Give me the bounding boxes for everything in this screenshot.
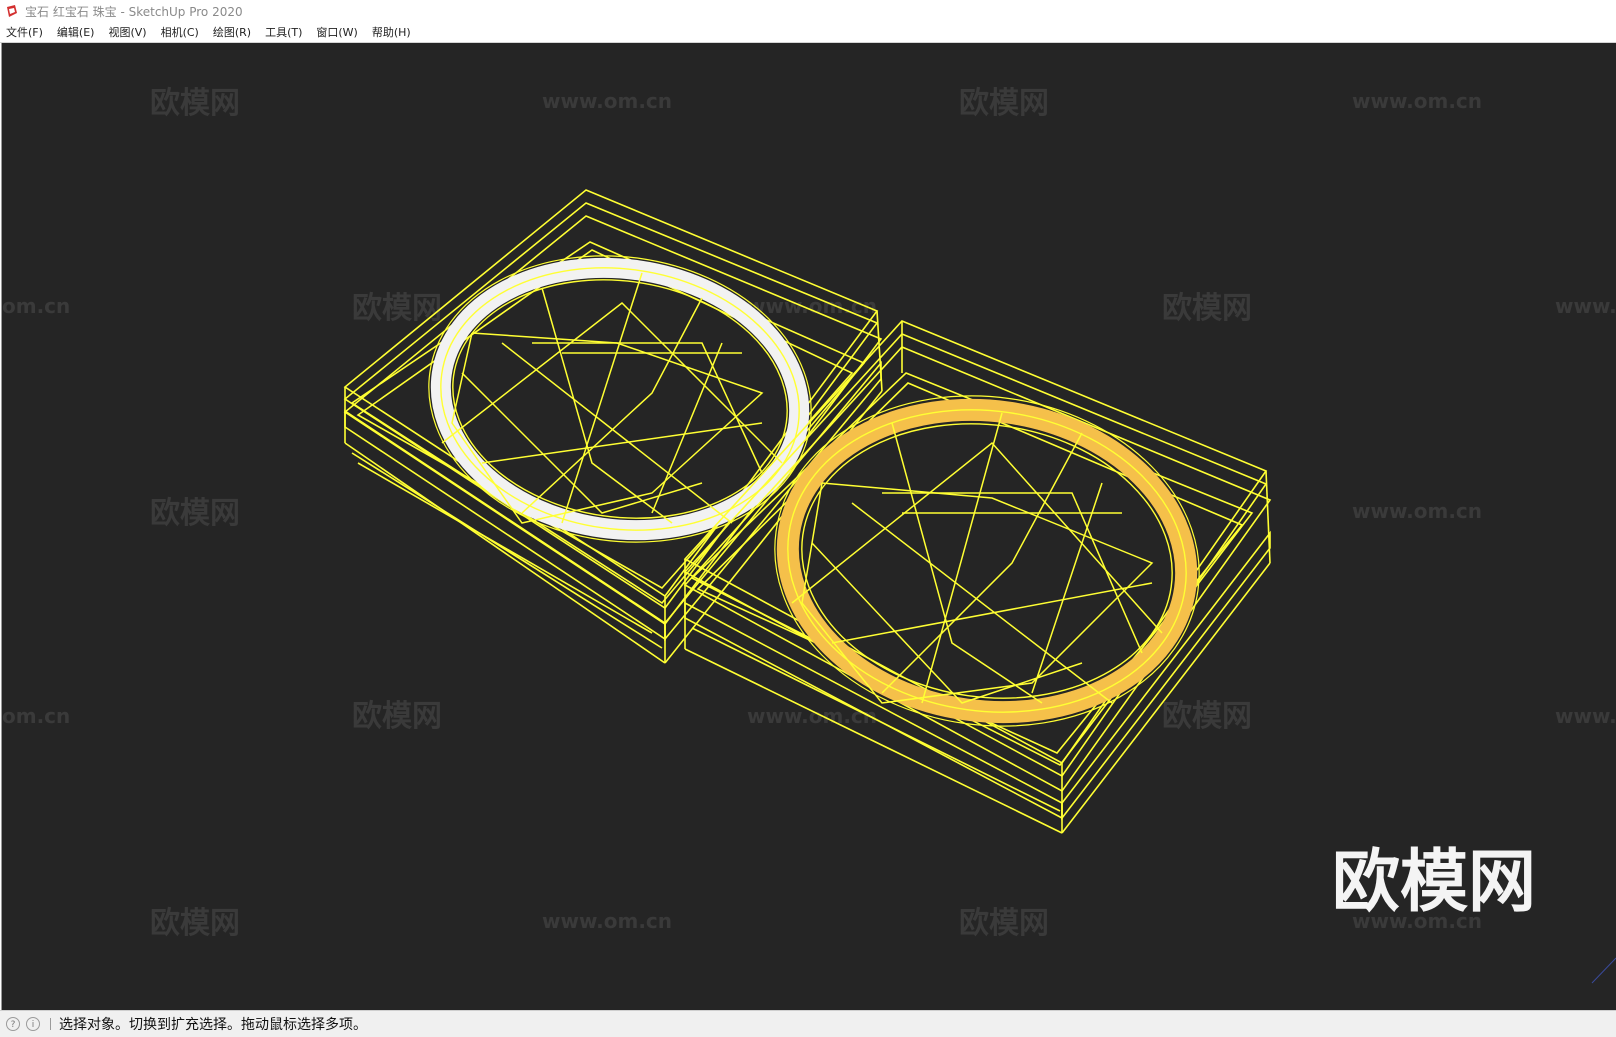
watermark-text: 欧模网	[959, 906, 1049, 941]
model-viewport[interactable]: 欧模网 www.om.cn 欧模网 www.om.cn om.cn 欧模网 www.om.c…	[1, 43, 1616, 1010]
menu-view[interactable]: 视图(V)	[101, 22, 153, 43]
watermark-text: 欧模网	[1162, 699, 1252, 734]
watermark-text: 欧模网	[959, 86, 1049, 121]
menu-file[interactable]: 文件(F)	[0, 22, 50, 43]
status-divider	[50, 1018, 51, 1030]
status-bar: ? i 选择对象。切换到扩充选择。拖动鼠标选择多项。	[0, 1010, 1616, 1037]
watermark-text: 欧模网	[1162, 291, 1252, 326]
sketchup-logo-icon	[7, 5, 17, 17]
menu-bar: 文件(F) 编辑(E) 视图(V) 相机(C) 绘图(R) 工具(T) 窗口(W…	[0, 22, 1616, 43]
right-gem[interactable]	[753, 369, 1221, 753]
watermark-text: om.cn	[2, 294, 70, 318]
menu-window[interactable]: 窗口(W)	[309, 22, 364, 43]
watermark-text: www.om.cn	[1352, 89, 1482, 113]
menu-help[interactable]: 帮助(H)	[365, 22, 418, 43]
watermark-text: www.	[1555, 294, 1616, 318]
menu-draw[interactable]: 绘图(R)	[206, 22, 258, 43]
watermark-text: 欧模网	[150, 496, 240, 531]
title-bar: 宝石 红宝石 珠宝 - SketchUp Pro 2020	[0, 0, 1616, 22]
status-message: 选择对象。切换到扩充选择。拖动鼠标选择多项。	[59, 1017, 367, 1033]
window-title: 宝石 红宝石 珠宝 - SketchUp Pro 2020	[25, 4, 243, 19]
info-icon[interactable]: i	[26, 1017, 40, 1031]
watermark-text: www.om.cn	[1352, 499, 1482, 523]
watermark-text: 欧模网	[150, 906, 240, 941]
watermark-text: 欧模网	[150, 86, 240, 121]
menu-camera[interactable]: 相机(C)	[154, 22, 206, 43]
watermark-text: www.om.cn	[747, 704, 877, 728]
watermark-text: om.cn	[2, 704, 70, 728]
watermark-text: www.om.cn	[542, 89, 672, 113]
watermark-text: 欧模网	[352, 291, 442, 326]
brand-watermark: 欧模网	[1332, 843, 1536, 922]
watermark-text: 欧模网	[352, 699, 442, 734]
watermark-text: www.om.cn	[542, 909, 672, 933]
menu-edit[interactable]: 编辑(E)	[50, 22, 102, 43]
menu-tools[interactable]: 工具(T)	[258, 22, 309, 43]
model-scene[interactable]: 欧模网 www.om.cn 欧模网 www.om.cnom.cn 欧模网 www.om.c…	[2, 43, 1616, 1010]
watermark-text: www.	[1555, 704, 1616, 728]
geo-location-icon[interactable]: ?	[6, 1017, 20, 1031]
